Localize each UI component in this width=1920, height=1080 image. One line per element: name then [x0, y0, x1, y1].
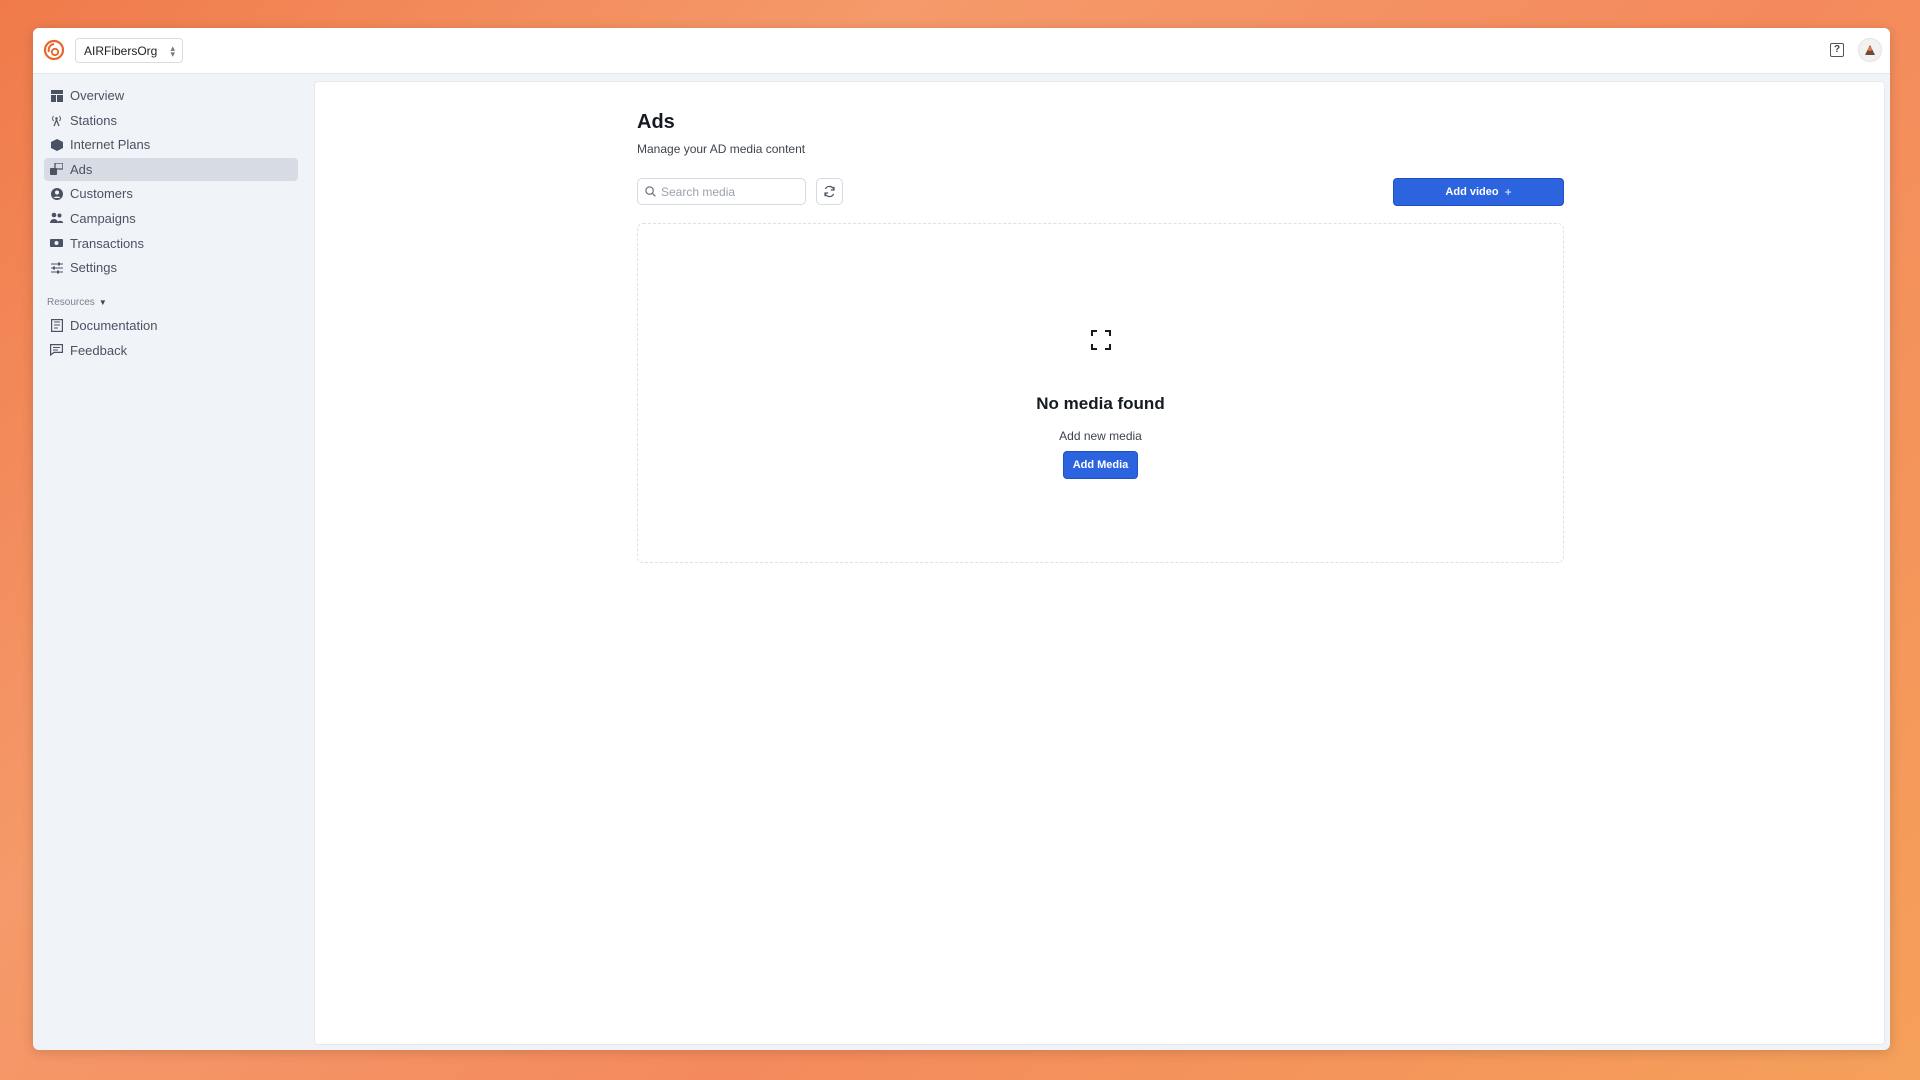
box-icon — [50, 138, 63, 151]
org-switcher[interactable]: AIRFibersOrg ▴ ▾ — [75, 38, 183, 63]
dashboard-icon — [50, 89, 63, 102]
caret-down-icon: ▼ — [98, 298, 107, 308]
main-panel: Ads Manage your AD media content Search … — [314, 81, 1885, 1045]
sidebar-item-label: Stations — [70, 112, 117, 128]
search-icon — [645, 186, 656, 197]
message-icon — [50, 344, 63, 357]
search-input[interactable] — [661, 184, 791, 199]
scan-frame-icon — [1091, 330, 1111, 350]
help-icon[interactable]: ? — [1830, 43, 1844, 57]
sliders-icon — [50, 261, 63, 274]
resources-label: Resources — [47, 297, 95, 309]
sidebar-item-label: Internet Plans — [70, 137, 151, 153]
empty-state-panel: No media found Add new media Add Media — [637, 223, 1564, 563]
user-avatar-icon — [1865, 45, 1875, 55]
sidebar-item-label: Overview — [70, 88, 125, 103]
sidebar-item-stations[interactable]: Stations — [44, 109, 298, 132]
sidebar-item-label: Ads — [70, 161, 93, 177]
add-video-button[interactable]: Add video + — [1393, 178, 1564, 206]
book-icon — [50, 319, 63, 333]
user-avatar[interactable] — [1858, 38, 1882, 62]
sidebar: Overview Stations Internet Plans Ads Cus… — [33, 74, 313, 1050]
sidebar-item-documentation[interactable]: Documentation — [44, 314, 298, 337]
page-subtitle: Manage your AD media content — [637, 142, 806, 156]
empty-state-subtitle: Add new media — [1059, 429, 1142, 443]
sidebar-item-transactions[interactable]: Transactions — [44, 232, 298, 255]
page-title: Ads — [637, 111, 675, 133]
cash-icon — [50, 237, 63, 250]
sidebar-item-customers[interactable]: Customers — [44, 182, 298, 205]
resources-toggle[interactable]: Resources ▼ — [47, 297, 313, 308]
ads-icon — [50, 162, 63, 176]
app-window: AIRFibersOrg ▴ ▾ ? Overview Stations Int… — [33, 28, 1890, 1050]
sidebar-item-label: Customers — [70, 186, 133, 202]
sidebar-item-label: Transactions — [70, 235, 144, 251]
brand-logo-icon[interactable] — [43, 39, 65, 61]
antenna-icon — [50, 114, 63, 127]
empty-state-title: No media found — [1036, 394, 1165, 413]
sidebar-item-overview[interactable]: Overview — [44, 84, 298, 107]
user-circle-icon — [50, 187, 63, 200]
sidebar-item-label: Feedback — [70, 342, 128, 358]
sidebar-item-label: Settings — [70, 260, 117, 276]
sidebar-item-internet-plans[interactable]: Internet Plans — [44, 133, 298, 156]
sidebar-item-label: Campaigns — [70, 210, 136, 226]
sidebar-item-settings[interactable]: Settings — [44, 256, 298, 279]
sidebar-item-ads[interactable]: Ads — [44, 157, 298, 181]
users-group-icon — [50, 212, 63, 225]
sidebar-item-label: Documentation — [70, 318, 158, 334]
chevron-up-down-icon: ▴ ▾ — [170, 43, 175, 59]
plus-icon: + — [1504, 185, 1512, 199]
toolbar: Add video + — [637, 178, 1564, 206]
top-bar: AIRFibersOrg ▴ ▾ ? — [33, 28, 1890, 74]
search-field[interactable] — [637, 178, 806, 205]
sidebar-item-feedback[interactable]: Feedback — [44, 339, 298, 362]
refresh-button[interactable] — [816, 178, 843, 205]
page-header: Ads Manage your AD media content Search … — [637, 111, 1564, 206]
refresh-icon — [824, 185, 835, 198]
add-video-label: Add video — [1445, 186, 1499, 198]
add-media-button[interactable]: Add Media — [1063, 451, 1138, 479]
top-right-actions: ? — [1830, 38, 1882, 62]
org-name: AIRFibersOrg — [84, 43, 158, 58]
sidebar-item-campaigns[interactable]: Campaigns — [44, 207, 298, 230]
